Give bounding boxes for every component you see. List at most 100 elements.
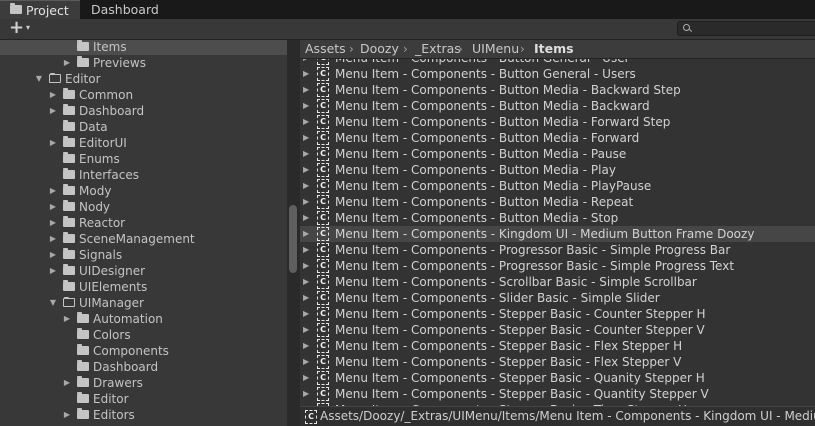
tree-scrollbar-thumb[interactable] bbox=[289, 205, 297, 273]
expand-arrow-right-icon[interactable]: ▶ bbox=[303, 162, 309, 178]
expand-arrow-right-icon[interactable]: ▶ bbox=[62, 55, 72, 71]
tree-item-interfaces[interactable]: Interfaces bbox=[0, 167, 287, 183]
breadcrumb-items[interactable]: Items bbox=[534, 40, 574, 58]
expand-arrow-right-icon[interactable]: ▶ bbox=[303, 290, 309, 306]
expand-arrow-right-icon[interactable]: ▶ bbox=[303, 178, 309, 194]
asset-item[interactable]: ▶ C Menu Item - Components - Button Media … bbox=[300, 210, 815, 226]
tree-item-colors[interactable]: Colors bbox=[0, 327, 287, 343]
expand-arrow-right-icon[interactable]: ▶ bbox=[62, 375, 72, 391]
expand-arrow-right-icon[interactable]: ▶ bbox=[303, 258, 309, 274]
asset-item[interactable]: ▶ C Menu Item - Components - Progressor Ba… bbox=[300, 258, 815, 274]
asset-item[interactable]: ▶ C Menu Item - Components - Scrollbar Bas… bbox=[300, 274, 815, 290]
expand-arrow-right-icon[interactable]: ▶ bbox=[62, 311, 72, 327]
tree-item-signals[interactable]: ▶ Signals bbox=[0, 247, 287, 263]
asset-item[interactable]: ▶ C Menu Item - Components - Slider Basic … bbox=[300, 290, 815, 306]
create-asset-button[interactable]: + ▾ bbox=[6, 17, 36, 38]
breadcrumb-doozy[interactable]: Doozy bbox=[360, 40, 399, 58]
asset-item-label: Menu Item - Components - Button Media - … bbox=[335, 147, 627, 161]
expand-arrow-right-icon[interactable]: ▶ bbox=[303, 98, 309, 114]
expand-arrow-right-icon[interactable]: ▶ bbox=[62, 407, 72, 423]
expand-arrow-right-icon[interactable]: ▶ bbox=[303, 354, 309, 370]
expand-arrow-right-icon[interactable]: ▶ bbox=[48, 103, 58, 119]
search-input[interactable] bbox=[677, 21, 815, 36]
asset-item[interactable]: ▶ C Menu Item - Components - Stepper Basic… bbox=[300, 322, 815, 338]
asset-item[interactable]: ▶ C Menu Item - Components - Button Media … bbox=[300, 82, 815, 98]
expand-arrow-right-icon[interactable]: ▶ bbox=[303, 82, 309, 98]
asset-item[interactable]: ▶ C Menu Item - Components - Button Media … bbox=[300, 146, 815, 162]
tree-item-uielements[interactable]: UIElements bbox=[0, 279, 287, 295]
asset-item[interactable]: ▶ C Menu Item - Components - Stepper Basic… bbox=[300, 386, 815, 402]
expand-arrow-right-icon[interactable]: ▶ bbox=[48, 215, 58, 231]
tree-item-previews[interactable]: ▶ Previews bbox=[0, 55, 287, 71]
asset-item[interactable]: ▶ C Menu Item - Components - Button Media … bbox=[300, 178, 815, 194]
expand-arrow-right-icon[interactable]: ▶ bbox=[303, 338, 309, 354]
expand-arrow-down-icon[interactable]: ▼ bbox=[34, 71, 44, 87]
breadcrumb-extras[interactable]: _Extras bbox=[415, 40, 461, 58]
tree-item-dashboard[interactable]: Dashboard bbox=[0, 359, 287, 375]
expand-arrow-right-icon[interactable]: ▶ bbox=[303, 242, 309, 258]
expand-arrow-right-icon[interactable]: ▶ bbox=[48, 87, 58, 103]
asset-item[interactable]: ▶ C Menu Item - Components - Progressor Ba… bbox=[300, 242, 815, 258]
tree-item-components[interactable]: Components bbox=[0, 343, 287, 359]
asset-item-label: Menu Item - Components - Stepper Basic -… bbox=[335, 371, 705, 385]
expand-arrow-right-icon[interactable]: ▶ bbox=[48, 247, 58, 263]
expand-arrow-down-icon[interactable]: ▼ bbox=[48, 295, 58, 311]
expand-arrow-right-icon[interactable]: ▶ bbox=[48, 183, 58, 199]
expand-arrow-right-icon[interactable]: ▶ bbox=[48, 135, 58, 151]
asset-item[interactable]: ▶ C Menu Item - Components - Stepper Basic… bbox=[300, 338, 815, 354]
expand-arrow-right-icon[interactable]: ▶ bbox=[303, 306, 309, 322]
tree-item-reactor[interactable]: ▶ Reactor bbox=[0, 215, 287, 231]
asset-item[interactable]: ▶ C Menu Item - Components - Stepper Basic… bbox=[300, 306, 815, 322]
folder-icon bbox=[63, 88, 75, 99]
expand-arrow-right-icon[interactable]: ▶ bbox=[48, 263, 58, 279]
tree-item-editors[interactable]: ▶ Editors bbox=[0, 407, 287, 423]
expand-arrow-right-icon[interactable]: ▶ bbox=[303, 322, 309, 338]
tree-item-uidesigner[interactable]: ▶ UIDesigner bbox=[0, 263, 287, 279]
expand-arrow-right-icon[interactable]: ▶ bbox=[303, 274, 309, 290]
expand-arrow-right-icon[interactable]: ▶ bbox=[303, 66, 309, 82]
tree-item-drawers[interactable]: ▶ Drawers bbox=[0, 375, 287, 391]
folder-open-icon bbox=[63, 297, 75, 307]
tab-dashboard[interactable]: Dashboard bbox=[80, 0, 166, 19]
tree-item-automation[interactable]: ▶ Automation bbox=[0, 311, 287, 327]
tree-item-label: Colors bbox=[93, 328, 131, 342]
asset-item[interactable]: ▶ C Menu Item - Components - Button Genera… bbox=[300, 66, 815, 82]
tree-item-nody[interactable]: ▶ Nody bbox=[0, 199, 287, 215]
breadcrumb-assets[interactable]: Assets bbox=[305, 40, 346, 58]
tree-item-mody[interactable]: ▶ Mody bbox=[0, 183, 287, 199]
breadcrumb-uimenu[interactable]: UIMenu bbox=[472, 40, 519, 58]
expand-arrow-right-icon[interactable]: ▶ bbox=[303, 114, 309, 130]
folder-icon bbox=[10, 3, 22, 14]
tree-item-data[interactable]: Data bbox=[0, 119, 287, 135]
asset-item[interactable]: ▶ C Menu Item - Components - Button Media … bbox=[300, 162, 815, 178]
tree-item-scenemanagement[interactable]: ▶ SceneManagement bbox=[0, 231, 287, 247]
tree-item-dashboard[interactable]: ▶ Dashboard bbox=[0, 103, 287, 119]
expand-arrow-right-icon[interactable]: ▶ bbox=[303, 226, 309, 242]
asset-item-label: Menu Item - Components - Button Media - … bbox=[335, 131, 640, 145]
tree-item-editor[interactable]: ▼ Editor bbox=[0, 71, 287, 87]
asset-item[interactable]: ▶ C Menu Item - Components - Button Media … bbox=[300, 194, 815, 210]
tree-item-common[interactable]: ▶ Common bbox=[0, 87, 287, 103]
tree-item-enums[interactable]: Enums bbox=[0, 151, 287, 167]
expand-arrow-right-icon[interactable]: ▶ bbox=[303, 130, 309, 146]
asset-item[interactable]: ▶ C Menu Item - Components - Kingdom UI - … bbox=[300, 226, 815, 242]
expand-arrow-right-icon[interactable]: ▶ bbox=[303, 370, 309, 386]
asset-item[interactable]: ▶ C Menu Item - Components - Stepper Basic… bbox=[300, 370, 815, 386]
expand-arrow-right-icon[interactable]: ▶ bbox=[48, 231, 58, 247]
asset-item[interactable]: ▶ C Menu Item - Components - Button Media … bbox=[300, 98, 815, 114]
expand-arrow-right-icon[interactable]: ▶ bbox=[303, 386, 309, 402]
expand-arrow-right-icon[interactable]: ▶ bbox=[303, 210, 309, 226]
prefab-icon: C bbox=[317, 371, 329, 385]
tree-item-editorui[interactable]: ▶ EditorUI bbox=[0, 135, 287, 151]
folder-icon bbox=[77, 328, 89, 339]
asset-item[interactable]: ▶ C Menu Item - Components - Button Media … bbox=[300, 114, 815, 130]
tree-item-editor[interactable]: Editor bbox=[0, 391, 287, 407]
asset-item[interactable]: ▶ C Menu Item - Components - Button Media … bbox=[300, 130, 815, 146]
expand-arrow-right-icon[interactable]: ▶ bbox=[48, 199, 58, 215]
tree-item-items[interactable]: Items bbox=[0, 40, 287, 55]
expand-arrow-right-icon[interactable]: ▶ bbox=[303, 194, 309, 210]
breadcrumb-separator: › bbox=[403, 42, 408, 56]
asset-item[interactable]: ▶ C Menu Item - Components - Stepper Basic… bbox=[300, 354, 815, 370]
expand-arrow-right-icon[interactable]: ▶ bbox=[303, 146, 309, 162]
tree-item-uimanager[interactable]: ▼ UIManager bbox=[0, 295, 287, 311]
